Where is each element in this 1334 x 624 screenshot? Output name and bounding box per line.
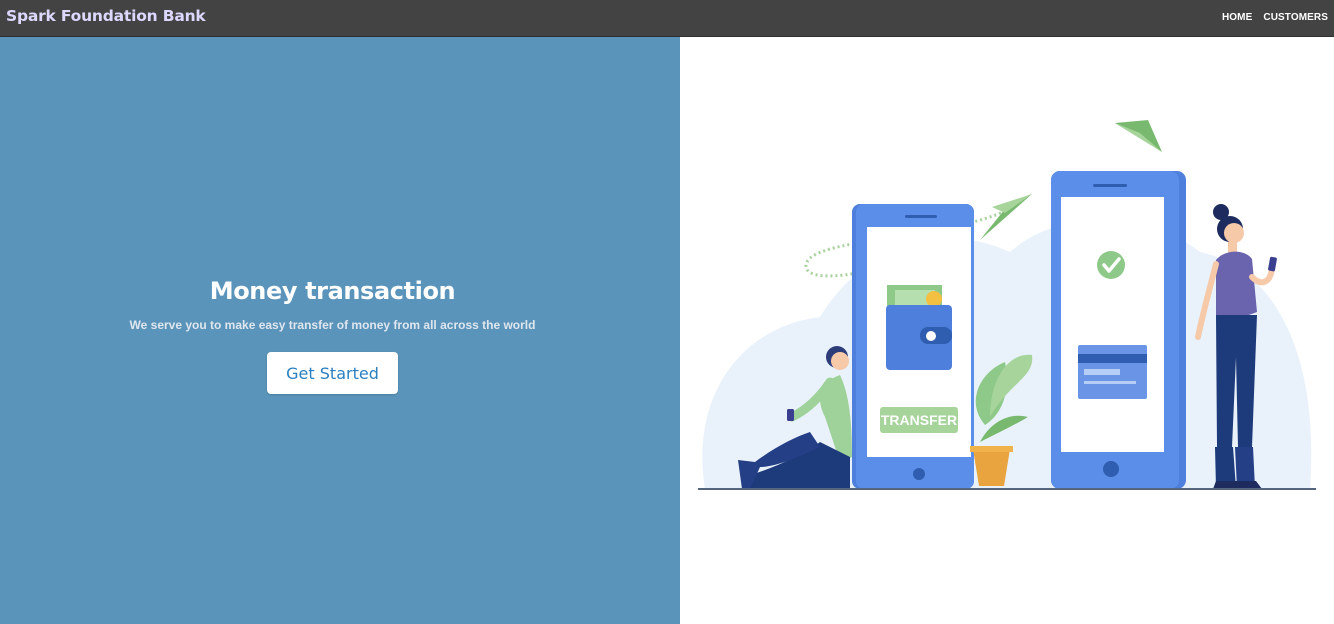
paper-plane-icon	[980, 194, 1032, 240]
hero-title: Money transaction	[209, 277, 456, 305]
nav-link-home[interactable]: HOME	[1222, 12, 1252, 23]
brand-link[interactable]: Spark Foundation Bank	[6, 7, 206, 25]
check-icon	[1097, 251, 1125, 279]
nav-links: HOME CUSTOMERS	[1222, 12, 1328, 23]
credit-card-icon	[1078, 345, 1147, 399]
paper-plane-small-icon	[1115, 120, 1162, 152]
nav-link-customers[interactable]: CUSTOMERS	[1263, 12, 1328, 23]
money-transfer-illustration: TRANSFER	[698, 120, 1316, 490]
transfer-label: TRANSFER	[881, 412, 957, 428]
right-phone	[1051, 171, 1186, 489]
left-phone: TRANSFER	[852, 204, 974, 489]
navbar: Spark Foundation Bank HOME CUSTOMERS	[0, 0, 1334, 37]
hero-subtitle: We serve you to make easy transfer of mo…	[129, 318, 536, 332]
illustration-panel: TRANSFER	[680, 37, 1334, 624]
get-started-button[interactable]: Get Started	[267, 352, 398, 394]
hero-panel: Money transaction We serve you to make e…	[0, 37, 680, 624]
